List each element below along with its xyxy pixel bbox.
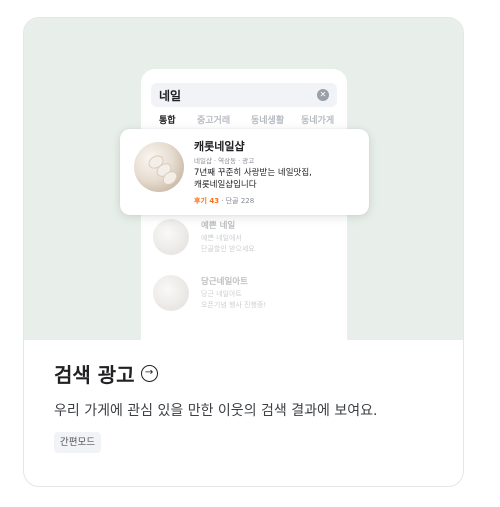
search-ad-card[interactable]: 네일 ✕ 통합 중고거래 동네생활 동네가게 예쁜 네일 예쁜 네일에서 단골할… <box>23 17 464 487</box>
tab-local-shops: 동네가게 <box>301 116 335 126</box>
mode-badge: 간편모드 <box>54 432 101 453</box>
shop-stats: 후기 43 · 단골 228 <box>194 196 254 206</box>
search-bar: 네일 ✕ <box>151 83 337 107</box>
clear-icon: ✕ <box>317 89 329 101</box>
tab-secondhand: 중고거래 <box>197 116 231 126</box>
featured-result-card: 캐롯네일샵 네일샵 · 역삼동 · 광고 7년째 꾸준히 사랑받는 네일맛집, … <box>120 129 369 215</box>
shop-name: 캐롯네일샵 <box>194 140 245 153</box>
list-item-line: 예쁜 네일에서 <box>201 234 242 242</box>
review-count: 후기 43 <box>194 197 220 205</box>
nail-photo <box>153 219 189 255</box>
list-item-line: 당근 네일아트 <box>201 290 242 298</box>
card-description: 우리 가게에 관심 있을 만한 이웃의 검색 결과에 보여요. <box>54 403 378 419</box>
nail-photo <box>134 142 184 192</box>
list-item-line: 단골할인 받으세요 <box>201 245 255 253</box>
search-query: 네일 <box>159 89 182 103</box>
tab-community: 동네생활 <box>251 116 285 126</box>
list-item: 예쁜 네일 예쁜 네일에서 단골할인 받으세요 <box>153 219 343 263</box>
shop-meta: 네일샵 · 역삼동 · 광고 <box>194 157 255 165</box>
shop-description-line: 7년째 꾸준히 사랑받는 네일맛집, <box>194 168 312 178</box>
card-title: 검색 광고 <box>54 363 135 387</box>
card-title-row[interactable]: 검색 광고 → <box>54 359 158 387</box>
list-item-line: 오픈기념 행사 진행중! <box>201 301 267 309</box>
search-tabs: 통합 중고거래 동네생활 동네가게 <box>151 113 341 129</box>
list-item-title: 당근네일아트 <box>201 277 248 287</box>
regular-count: · 단골 228 <box>219 197 255 205</box>
nail-photo <box>153 275 189 311</box>
arrow-right-icon[interactable]: → <box>140 365 158 382</box>
hero-illustration: 네일 ✕ 통합 중고거래 동네생활 동네가게 예쁜 네일 예쁜 네일에서 단골할… <box>24 18 463 340</box>
list-item-title: 예쁜 네일 <box>201 221 236 231</box>
list-item: 당근네일아트 당근 네일아트 오픈기념 행사 진행중! <box>153 275 343 319</box>
shop-description: 7년째 꾸준히 사랑받는 네일맛집, 캐롯네일샵입니다 <box>194 167 364 191</box>
tab-all: 통합 <box>159 116 176 126</box>
shop-description-line: 캐롯네일샵입니다 <box>194 180 257 190</box>
